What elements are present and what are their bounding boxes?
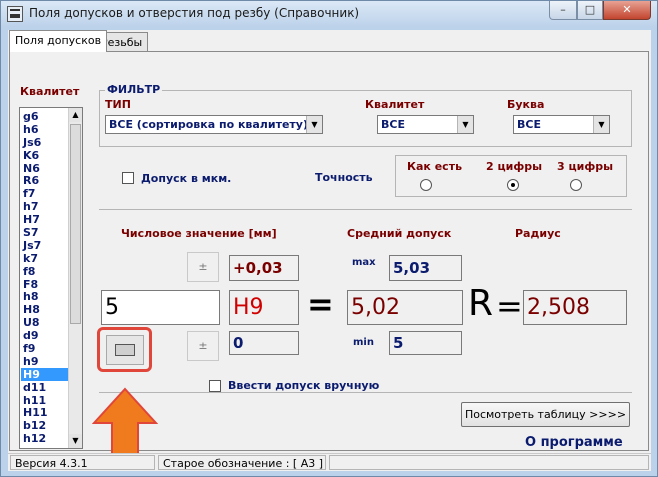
list-item[interactable]: Js7 [21,239,69,252]
max-value: 5,03 [389,255,462,281]
manual-tolerance-checkbox[interactable] [209,380,221,392]
kvalitet-list-label: Квалитет [20,85,80,98]
up-arrow-icon [91,387,159,461]
list-item[interactable]: f8 [21,265,69,278]
upper-plus-minus-button[interactable]: ± [187,252,219,282]
max-label: max [352,257,376,268]
precision-option-label-1: 2 цифры [486,160,543,173]
upper-deviation: +0,03 [229,255,299,281]
list-item[interactable]: R6 [21,174,69,188]
precision-option-label-2: 3 цифры [557,160,614,173]
radius-value: 2,508 [523,290,627,325]
manual-tolerance-label: Ввести допуск вручную [228,379,380,392]
list-item[interactable]: k7 [21,252,69,265]
list-scrollbar[interactable]: ▲ ▼ [68,108,82,448]
list-item[interactable]: K6 [21,149,69,162]
list-item[interactable]: h9 [21,355,69,368]
scroll-down-icon[interactable]: ▼ [69,434,82,448]
list-item[interactable]: f7 [21,187,69,200]
title-bar[interactable]: Поля допусков и отверстия под резбу (Спр… [1,1,657,27]
list-item[interactable]: Js6 [21,136,69,149]
keyboard-button-highlight[interactable] [97,327,152,372]
min-value: 5 [389,331,462,355]
about-link[interactable]: О программе [525,435,623,450]
radius-equals-sign: = [496,287,523,325]
microns-label: Допуск в мкм. [141,172,232,185]
list-item[interactable]: S7 [21,226,69,239]
list-item[interactable]: H9 [21,367,69,381]
minimize-button[interactable]: – [549,1,577,20]
keyboard-icon [115,344,135,356]
type-select-value: ВСЕ (сортировка по квалитету) [109,118,308,131]
letter-select-value: ВСЕ [517,118,541,131]
radius-symbol: R [468,283,494,324]
status-version: Версия 4.3.1 [10,455,155,470]
view-table-button[interactable]: Посмотреть таблицу >>>> [461,402,630,427]
client-area: Поля допусков Резьбы Квалитет g6 h6 Js6 K6 N… [8,30,651,471]
scroll-thumb[interactable] [70,124,81,324]
list-item[interactable]: f9 [21,342,69,355]
app-window: Поля допусков и отверстия под резбу (Спр… [0,0,658,477]
list-item[interactable]: H11 [21,406,69,420]
list-item[interactable]: F8 [21,278,69,291]
filter-legend: ФИЛЬТР [105,83,163,96]
kvalitet-list-items: g6 h6 Js6 K6 N6 R6 f7 h7 H7 S7 Js7 k7 f8 F8 h8 H8 U8 d9 f9… [21,110,69,445]
precision-label: Точность [315,171,373,184]
divider [99,392,632,393]
type-select[interactable]: ВСЕ (сортировка по квалитету) ▼ [105,115,323,134]
min-label: min [353,337,374,348]
list-item[interactable]: h6 [21,123,69,136]
list-item[interactable]: b12 [21,419,69,432]
precision-option-label-0: Как есть [407,160,463,173]
list-item[interactable]: N6 [21,162,69,175]
list-item[interactable]: g6 [21,110,69,123]
tab-page: Квалитет g6 h6 Js6 K6 N6 R6 f7 h7 H7 S7 Js7 k7 f8 F8 h… [9,51,649,460]
letter-label: Буква [507,98,545,111]
average-tolerance-label: Средний допуск [347,227,452,240]
list-item[interactable]: h12 [21,432,69,445]
list-item[interactable]: H8 [21,303,69,316]
status-empty [329,455,649,470]
scroll-up-icon[interactable]: ▲ [69,108,82,122]
letter-select[interactable]: ВСЕ ▼ [513,115,610,134]
status-bar: Версия 4.3.1 Старое обозначение : [ А3 ] [8,453,651,471]
lower-deviation: 0 [229,331,299,355]
list-item[interactable]: h8 [21,290,69,304]
chevron-down-icon[interactable]: ▼ [306,116,322,133]
filter-kvalitet-label: Квалитет [365,98,425,111]
tab-tolerance-fields[interactable]: Поля допусков [9,30,108,52]
equals-sign: = [307,285,334,323]
keyboard-button[interactable] [106,335,144,365]
divider [99,209,632,210]
lower-plus-minus-button[interactable]: ± [187,331,219,361]
list-item[interactable]: h11 [21,394,69,407]
app-icon [7,6,23,22]
list-item[interactable]: d9 [21,329,69,342]
list-item[interactable]: d11 [21,381,69,394]
nominal-input[interactable]: 5 [101,290,220,325]
kvalitet-list[interactable]: g6 h6 Js6 K6 N6 R6 f7 h7 H7 S7 Js7 k7 f8 F8 h8 H8 U8 d9 f9… [19,107,83,449]
average-value: 5,02 [347,290,463,325]
precision-radio-as-is[interactable] [420,179,432,191]
list-item[interactable]: H7 [21,213,69,226]
list-item[interactable]: h7 [21,200,69,213]
precision-radio-3-digits[interactable] [570,179,582,191]
type-label: ТИП [105,98,131,111]
kvalitet-select-value: ВСЕ [381,118,405,131]
microns-checkbox[interactable] [122,172,134,184]
field-code-display: H9 [229,290,299,325]
precision-radio-2-digits[interactable] [507,179,519,191]
close-button[interactable]: ✕ [603,1,651,20]
numeric-value-label: Числовое значение [мм] [121,227,277,240]
chevron-down-icon[interactable]: ▼ [593,116,609,133]
radius-label: Радиус [515,227,561,240]
window-title: Поля допусков и отверстия под резбу (Спр… [29,6,360,20]
kvalitet-select[interactable]: ВСЕ ▼ [377,115,474,134]
chevron-down-icon[interactable]: ▼ [457,116,473,133]
maximize-button[interactable]: □ [577,1,603,20]
status-old-designation: Старое обозначение : [ А3 ] [158,455,326,470]
list-item[interactable]: U8 [21,316,69,329]
